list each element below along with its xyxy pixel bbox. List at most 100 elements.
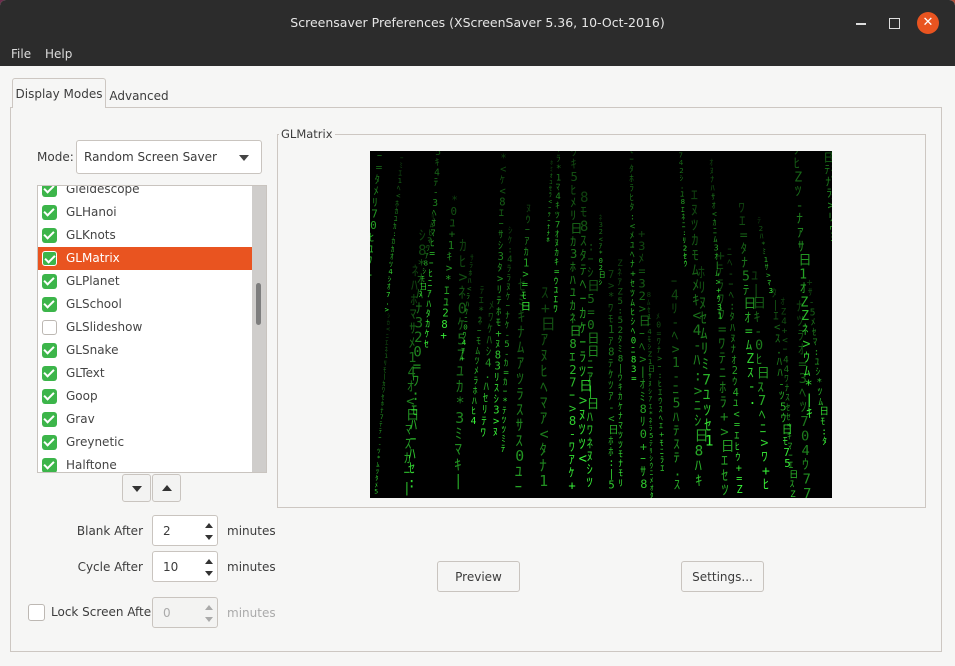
maximize-icon[interactable] xyxy=(883,12,905,34)
checkbox-icon[interactable] xyxy=(42,458,57,472)
blank-after-spinner[interactable]: 2 xyxy=(152,515,218,546)
checkbox-icon[interactable] xyxy=(42,186,57,197)
matrix-glyph: ｻ xyxy=(516,417,523,434)
matrix-glyph: ﾏ xyxy=(618,421,623,431)
matrix-glyph: ﾓ xyxy=(370,277,371,290)
matrix-glyph: ﾂ xyxy=(587,475,593,490)
screensaver-list[interactable]: Gleidescope GLHanoi GLKnots GLMatrix GLP… xyxy=(37,185,267,473)
matrix-glyph: ﾀ xyxy=(629,164,634,175)
matrix-glyph: 1 xyxy=(370,266,372,279)
previous-mode-button[interactable] xyxy=(152,474,181,502)
matrix-glyph: 4 xyxy=(471,416,477,427)
list-item[interactable]: GLPlanet xyxy=(38,270,254,293)
matrix-glyph: > xyxy=(694,383,703,399)
list-item[interactable]: GLSchool xyxy=(38,293,254,316)
spin-down-icon[interactable] xyxy=(205,535,213,540)
matrix-glyph: | xyxy=(454,472,463,490)
matrix-glyph: ｷ xyxy=(695,474,702,490)
preview-button[interactable]: Preview xyxy=(437,561,520,592)
matrix-glyph: ｾ xyxy=(424,339,429,350)
list-item[interactable]: GLKnots xyxy=(38,224,254,247)
checkbox-icon[interactable] xyxy=(42,297,57,312)
matrix-glyph: ｰ xyxy=(515,479,522,496)
checkbox-icon[interactable] xyxy=(42,412,57,427)
checkbox-icon[interactable] xyxy=(42,205,57,220)
mode-value: Random Screen Saver xyxy=(84,150,217,164)
matrix-glyph: 3 xyxy=(570,247,577,261)
matrix-glyph: = xyxy=(631,374,637,384)
spin-up-icon[interactable] xyxy=(205,559,213,564)
spin-up-icon[interactable] xyxy=(205,523,213,528)
list-item-label: GLHanoi xyxy=(66,205,117,219)
checkbox-icon[interactable] xyxy=(42,366,57,381)
checkbox-icon[interactable] xyxy=(42,435,57,450)
matrix-glyph: ｴ xyxy=(660,464,664,473)
matrix-glyph: ﾕ xyxy=(630,241,635,251)
tab-display-modes[interactable]: Display Modes xyxy=(12,78,106,108)
checkbox-icon[interactable] xyxy=(42,320,57,335)
cycle-after-value: 10 xyxy=(163,560,179,574)
checkbox-icon[interactable] xyxy=(42,274,57,289)
list-item[interactable]: GLHanoi xyxy=(38,201,254,224)
matrix-glyph: : xyxy=(408,476,416,492)
list-scrollbar[interactable] xyxy=(252,186,266,472)
matrix-glyph: ｶ xyxy=(504,358,509,369)
matrix-glyph: + xyxy=(630,270,636,280)
matrix-glyph: ﾂ xyxy=(691,218,698,234)
scrollbar-thumb[interactable] xyxy=(256,283,261,325)
blank-after-label: Blank After xyxy=(76,524,143,538)
matrix-glyph: 5 xyxy=(571,170,578,184)
menu-help[interactable]: Help xyxy=(45,47,72,61)
matrix-glyph: = xyxy=(413,359,421,375)
matrix-glyph: 7 xyxy=(830,157,832,169)
matrix-glyph: ﾐ xyxy=(501,435,506,445)
matrix-glyph: ｶ xyxy=(570,299,576,313)
matrix-glyph: ﾋ xyxy=(631,307,636,318)
matrix-glyph: ｴ xyxy=(721,454,728,470)
cycle-after-spinner[interactable]: 10 xyxy=(152,551,218,582)
list-item-label: Halftone xyxy=(66,458,117,472)
list-item[interactable]: GLText xyxy=(38,362,254,385)
next-mode-button[interactable] xyxy=(122,474,151,502)
close-icon[interactable]: ✕ xyxy=(917,12,939,34)
list-item[interactable]: Goop xyxy=(38,385,254,408)
matrix-glyph: | xyxy=(618,364,623,374)
checkbox-icon[interactable] xyxy=(42,343,57,358)
list-item[interactable]: Grav xyxy=(38,408,254,431)
matrix-glyph: ｾ xyxy=(630,278,635,289)
list-item-label: GLSnake xyxy=(66,343,119,357)
matrix-glyph: ｱ xyxy=(517,355,524,372)
settings-button[interactable]: Settings... xyxy=(681,561,764,592)
matrix-glyph: ｰ xyxy=(506,302,511,312)
tab-advanced[interactable]: Advanced xyxy=(106,81,172,111)
list-item-label: GLSchool xyxy=(66,297,122,311)
list-item[interactable]: GLSlideshow xyxy=(38,316,254,339)
checkbox-icon[interactable] xyxy=(42,228,57,243)
matrix-rain-image: ｶﾕｰ=ﾀﾒﾘ70ﾋﾕﾜ1ﾓﾈﾑｼｶ<ﾆｴﾈ1ﾘﾓ|ｶﾜｾﾎﾅ7ﾃﾃｰ-ﾂ*ﾑﾂ… xyxy=(370,151,832,498)
list-item-label: Gleidescope xyxy=(66,185,140,196)
list-item[interactable]: Halftone xyxy=(38,454,254,472)
matrix-glyph: ｳ xyxy=(618,373,623,384)
list-item[interactable]: GLSnake xyxy=(38,339,254,362)
matrix-glyph: ｴ xyxy=(691,188,698,204)
lock-screen-checkbox[interactable] xyxy=(28,604,45,621)
checkbox-icon[interactable] xyxy=(42,251,57,266)
preview-screen: ｶﾕｰ=ﾀﾒﾘ70ﾋﾕﾜ1ﾓﾈﾑｼｶ<ﾆｴﾈ1ﾘﾓ|ｶﾜｾﾎﾅ7ﾃﾃｰ-ﾂ*ﾑﾂ… xyxy=(370,151,832,498)
matrix-glyph: + xyxy=(460,354,465,363)
list-item-selected[interactable]: GLMatrix xyxy=(38,247,254,270)
spin-down-icon[interactable] xyxy=(205,571,213,576)
matrix-glyph: ﾗ xyxy=(717,278,724,294)
matrix-glyph: 2 xyxy=(618,326,623,336)
mode-select[interactable]: Random Screen Saver xyxy=(76,140,262,174)
list-item[interactable]: Greynetic xyxy=(38,431,254,454)
list-item-label: GLText xyxy=(66,366,105,380)
matrix-glyph: 5 xyxy=(608,479,614,491)
minimize-icon[interactable] xyxy=(850,12,872,34)
checkbox-icon[interactable] xyxy=(42,389,57,404)
lock-after-spinner: 0 xyxy=(152,597,218,628)
matrix-glyph: ﾀ xyxy=(741,241,748,257)
matrix-glyph: ﾇ xyxy=(691,203,698,219)
menu-file[interactable]: File xyxy=(11,47,31,61)
list-item[interactable]: Gleidescope xyxy=(38,185,254,201)
matrix-glyph: ｶ xyxy=(503,377,508,388)
